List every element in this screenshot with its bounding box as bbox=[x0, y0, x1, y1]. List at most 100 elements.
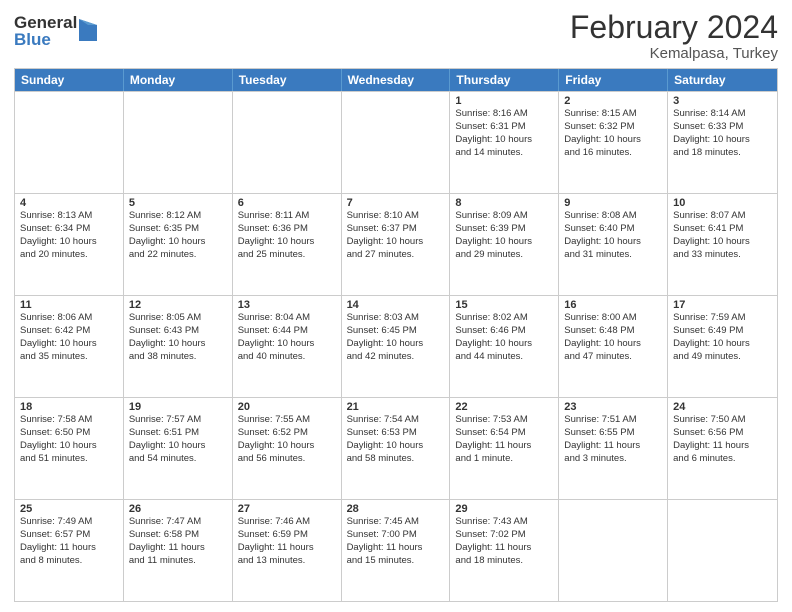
cell-line: Daylight: 10 hours bbox=[20, 236, 118, 249]
calendar-row: 1Sunrise: 8:16 AMSunset: 6:31 PMDaylight… bbox=[15, 91, 777, 193]
cell-line: and 33 minutes. bbox=[673, 249, 772, 262]
cell-line: and 22 minutes. bbox=[129, 249, 227, 262]
cell-line: Daylight: 10 hours bbox=[238, 338, 336, 351]
calendar-cell: 1Sunrise: 8:16 AMSunset: 6:31 PMDaylight… bbox=[450, 92, 559, 193]
cell-line: Sunset: 6:37 PM bbox=[347, 223, 445, 236]
day-number: 13 bbox=[238, 299, 336, 311]
cell-line: Daylight: 11 hours bbox=[455, 440, 553, 453]
calendar-cell: 20Sunrise: 7:55 AMSunset: 6:52 PMDayligh… bbox=[233, 398, 342, 499]
day-number: 7 bbox=[347, 197, 445, 209]
cell-line: and 54 minutes. bbox=[129, 453, 227, 466]
cell-line: and 42 minutes. bbox=[347, 351, 445, 364]
cell-line: Sunrise: 8:16 AM bbox=[455, 108, 553, 121]
calendar-cell: 4Sunrise: 8:13 AMSunset: 6:34 PMDaylight… bbox=[15, 194, 124, 295]
cell-line: Sunrise: 8:04 AM bbox=[238, 312, 336, 325]
cell-line: Daylight: 11 hours bbox=[129, 542, 227, 555]
cell-line: and 16 minutes. bbox=[564, 147, 662, 160]
cell-line: Sunset: 6:48 PM bbox=[564, 325, 662, 338]
cell-line: Daylight: 10 hours bbox=[347, 236, 445, 249]
calendar-cell: 27Sunrise: 7:46 AMSunset: 6:59 PMDayligh… bbox=[233, 500, 342, 601]
cell-line: Sunrise: 8:00 AM bbox=[564, 312, 662, 325]
cell-line: and 1 minute. bbox=[455, 453, 553, 466]
cell-line: Sunrise: 7:49 AM bbox=[20, 516, 118, 529]
day-number: 12 bbox=[129, 299, 227, 311]
cell-line: Daylight: 11 hours bbox=[455, 542, 553, 555]
day-number: 8 bbox=[455, 197, 553, 209]
day-number: 14 bbox=[347, 299, 445, 311]
page: General Blue February 2024 Kemalpasa, Tu… bbox=[0, 0, 792, 612]
calendar-cell: 18Sunrise: 7:58 AMSunset: 6:50 PMDayligh… bbox=[15, 398, 124, 499]
cell-line: Daylight: 10 hours bbox=[455, 134, 553, 147]
cell-line: and 13 minutes. bbox=[238, 555, 336, 568]
cell-line: Sunset: 6:59 PM bbox=[238, 529, 336, 542]
cell-line: Daylight: 10 hours bbox=[673, 338, 772, 351]
calendar-header-cell: Friday bbox=[559, 69, 668, 91]
cell-line: Sunset: 6:45 PM bbox=[347, 325, 445, 338]
cell-line: Sunset: 6:54 PM bbox=[455, 427, 553, 440]
cell-line: and 18 minutes. bbox=[455, 555, 553, 568]
cell-line: Sunrise: 7:59 AM bbox=[673, 312, 772, 325]
calendar-cell bbox=[342, 92, 451, 193]
cell-line: Daylight: 10 hours bbox=[455, 236, 553, 249]
cell-line: Sunrise: 7:55 AM bbox=[238, 414, 336, 427]
cell-line: and 8 minutes. bbox=[20, 555, 118, 568]
cell-line: Sunset: 6:32 PM bbox=[564, 121, 662, 134]
header: General Blue February 2024 Kemalpasa, Tu… bbox=[14, 10, 778, 62]
calendar-cell: 22Sunrise: 7:53 AMSunset: 6:54 PMDayligh… bbox=[450, 398, 559, 499]
calendar-cell: 10Sunrise: 8:07 AMSunset: 6:41 PMDayligh… bbox=[668, 194, 777, 295]
calendar-cell: 28Sunrise: 7:45 AMSunset: 7:00 PMDayligh… bbox=[342, 500, 451, 601]
cell-line: Sunset: 6:56 PM bbox=[673, 427, 772, 440]
calendar-cell bbox=[124, 92, 233, 193]
day-number: 3 bbox=[673, 95, 772, 107]
calendar-cell: 29Sunrise: 7:43 AMSunset: 7:02 PMDayligh… bbox=[450, 500, 559, 601]
logo-blue: Blue bbox=[14, 31, 77, 48]
day-number: 1 bbox=[455, 95, 553, 107]
calendar-header-cell: Wednesday bbox=[342, 69, 451, 91]
cell-line: and 25 minutes. bbox=[238, 249, 336, 262]
calendar-header-cell: Sunday bbox=[15, 69, 124, 91]
day-number: 21 bbox=[347, 401, 445, 413]
day-number: 24 bbox=[673, 401, 772, 413]
calendar-header-cell: Monday bbox=[124, 69, 233, 91]
calendar-cell: 5Sunrise: 8:12 AMSunset: 6:35 PMDaylight… bbox=[124, 194, 233, 295]
cell-line: and 47 minutes. bbox=[564, 351, 662, 364]
cell-line: Daylight: 10 hours bbox=[564, 338, 662, 351]
cell-line: Sunrise: 7:50 AM bbox=[673, 414, 772, 427]
calendar-cell bbox=[233, 92, 342, 193]
cell-line: Daylight: 11 hours bbox=[238, 542, 336, 555]
cell-line: Sunrise: 8:11 AM bbox=[238, 210, 336, 223]
cell-line: and 56 minutes. bbox=[238, 453, 336, 466]
cell-line: and 49 minutes. bbox=[673, 351, 772, 364]
title-area: February 2024 Kemalpasa, Turkey bbox=[570, 10, 778, 62]
cell-line: Sunset: 6:42 PM bbox=[20, 325, 118, 338]
calendar-row: 4Sunrise: 8:13 AMSunset: 6:34 PMDaylight… bbox=[15, 193, 777, 295]
cell-line: Daylight: 10 hours bbox=[238, 440, 336, 453]
cell-line: Sunrise: 7:51 AM bbox=[564, 414, 662, 427]
logo-text: General Blue bbox=[14, 14, 77, 48]
cell-line: and 29 minutes. bbox=[455, 249, 553, 262]
cell-line: and 35 minutes. bbox=[20, 351, 118, 364]
day-number: 25 bbox=[20, 503, 118, 515]
day-number: 20 bbox=[238, 401, 336, 413]
cell-line: Daylight: 10 hours bbox=[564, 236, 662, 249]
calendar-cell: 3Sunrise: 8:14 AMSunset: 6:33 PMDaylight… bbox=[668, 92, 777, 193]
cell-line: and 11 minutes. bbox=[129, 555, 227, 568]
cell-line: Sunrise: 7:54 AM bbox=[347, 414, 445, 427]
cell-line: and 18 minutes. bbox=[673, 147, 772, 160]
cell-line: Daylight: 10 hours bbox=[20, 338, 118, 351]
cell-line: and 27 minutes. bbox=[347, 249, 445, 262]
cell-line: Daylight: 10 hours bbox=[673, 236, 772, 249]
day-number: 28 bbox=[347, 503, 445, 515]
day-number: 4 bbox=[20, 197, 118, 209]
cell-line: Sunset: 6:46 PM bbox=[455, 325, 553, 338]
day-number: 17 bbox=[673, 299, 772, 311]
calendar-cell: 24Sunrise: 7:50 AMSunset: 6:56 PMDayligh… bbox=[668, 398, 777, 499]
calendar-cell: 26Sunrise: 7:47 AMSunset: 6:58 PMDayligh… bbox=[124, 500, 233, 601]
calendar-cell: 14Sunrise: 8:03 AMSunset: 6:45 PMDayligh… bbox=[342, 296, 451, 397]
cell-line: Sunset: 6:34 PM bbox=[20, 223, 118, 236]
cell-line: Daylight: 10 hours bbox=[129, 338, 227, 351]
cell-line: and 6 minutes. bbox=[673, 453, 772, 466]
cell-line: Sunrise: 8:06 AM bbox=[20, 312, 118, 325]
day-number: 5 bbox=[129, 197, 227, 209]
cell-line: and 20 minutes. bbox=[20, 249, 118, 262]
